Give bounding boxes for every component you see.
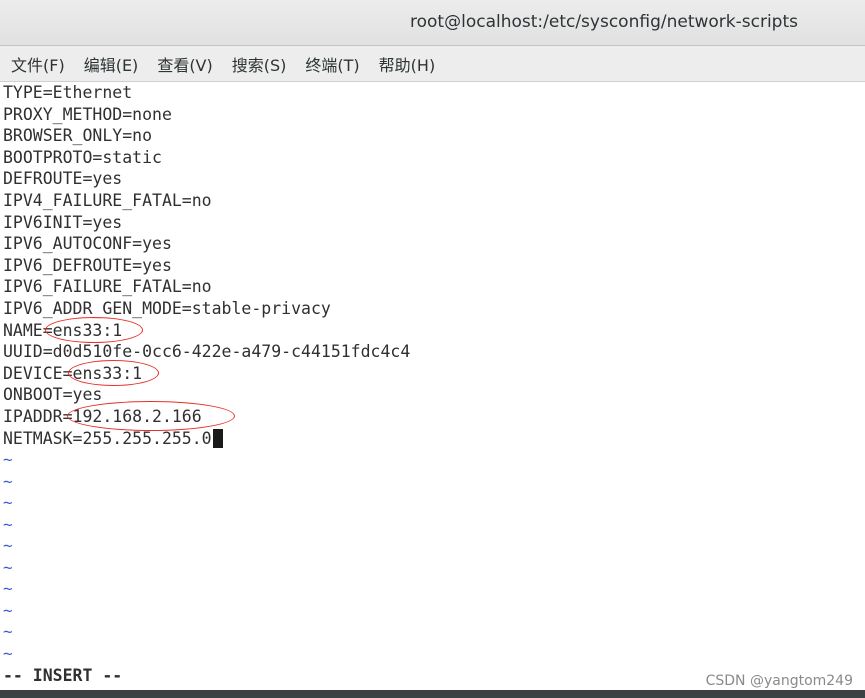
window-title: root@localhost:/etc/sysconfig/network-sc… [410,12,798,32]
config-line-defroute: DEFROUTE=yes [3,169,123,189]
menu-edit[interactable]: 编辑(E) [78,48,145,80]
config-line-ipv6-autoconf: IPV6_AUTOCONF=yes [3,234,172,254]
menu-search[interactable]: 搜索(S) [226,48,293,80]
config-line-netmask: NETMASK=255.255.255.0 [3,428,223,450]
text-cursor [212,428,223,448]
empty-line-marker: ~ [3,450,13,469]
config-line-proxy-method: PROXY_METHOD=none [3,104,172,124]
empty-line-marker: ~ [3,600,13,620]
empty-line-marker: ~ [3,622,13,641]
empty-line-marker: ~ [3,493,13,512]
empty-line-marker: ~ [3,643,13,663]
menu-terminal[interactable]: 终端(T) [299,48,365,80]
annotation-circle-device [68,360,159,386]
menu-file[interactable]: 文件(F) [5,48,71,80]
annotation-circle-ipaddr [67,401,235,431]
empty-line-marker: ~ [3,536,13,555]
config-line-bootproto: BOOTPROTO=static [3,147,162,167]
config-line-browser-only: BROWSER_ONLY=no [3,126,153,146]
title-bar[interactable]: root@localhost:/etc/sysconfig/network-sc… [0,0,865,46]
vim-mode-indicator: -- INSERT -- [3,666,123,685]
config-line-ipv4-failure-fatal: IPV4_FAILURE_FATAL=no [3,191,212,210]
menu-view[interactable]: 查看(V) [151,48,218,80]
config-line-ipv6init: IPV6INIT=yes [3,212,123,232]
config-line-ipv6-defroute: IPV6_DEFROUTE=yes [3,255,172,275]
window-bottom-edge [0,690,865,698]
netmask-text: NETMASK=255.255.255.0 [3,428,212,448]
annotation-circle-name [45,317,143,343]
config-line-type: TYPE=Ethernet [3,83,133,102]
empty-line-marker: ~ [3,514,13,534]
config-line-ipv6-addr-gen-mode: IPV6_ADDR_GEN_MODE=stable-privacy [3,299,331,318]
config-line-uuid: UUID=d0d510fe-0cc6-422e-a479-c44151fdc4c… [3,342,411,362]
empty-line-marker: ~ [3,557,13,577]
empty-line-marker: ~ [3,471,13,491]
vim-editor-area[interactable]: TYPE=Ethernet PROXY_METHOD=none BROWSER_… [0,82,865,690]
menu-bar: 文件(F) 编辑(E) 查看(V) 搜索(S) 终端(T) 帮助(H) [0,46,865,82]
terminal-window: root@localhost:/etc/sysconfig/network-sc… [0,0,865,698]
config-line-onboot: ONBOOT=yes [3,385,103,405]
config-line-ipv6-failure-fatal: IPV6_FAILURE_FATAL=no [3,277,212,297]
empty-line-marker: ~ [3,579,13,598]
menu-help[interactable]: 帮助(H) [373,48,442,80]
watermark: CSDN @yangtom249 [705,673,853,689]
